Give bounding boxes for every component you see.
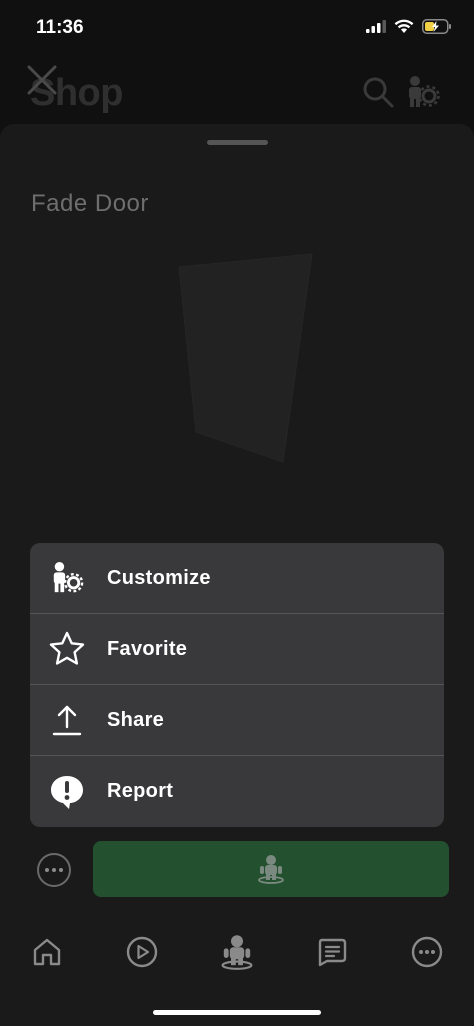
item-title: Fade Door (31, 190, 149, 217)
status-time: 11:36 (36, 17, 84, 38)
play-icon (126, 936, 158, 968)
tab-avatar[interactable] (219, 934, 255, 970)
share-icon (48, 701, 86, 739)
avatar-icon (258, 855, 284, 884)
try-on-button[interactable] (93, 841, 449, 897)
report-icon (48, 773, 86, 811)
more-options-button[interactable] (37, 853, 71, 887)
status-bar: 11:36 (0, 0, 474, 58)
menu-item-label: Customize (107, 566, 211, 589)
avatar-gear-icon[interactable] (404, 74, 440, 110)
action-menu: Customize Favorite Share Report (30, 543, 444, 827)
avatar-gear-icon (48, 559, 86, 597)
sheet-handle[interactable] (207, 140, 268, 145)
battery-charging-icon (422, 19, 451, 34)
avatar-icon (221, 935, 253, 970)
menu-item-favorite[interactable]: Favorite (30, 614, 444, 685)
dot (59, 868, 63, 872)
tab-more[interactable] (409, 934, 445, 970)
menu-item-label: Report (107, 780, 174, 802)
home-icon (33, 938, 61, 966)
close-icon[interactable] (24, 62, 60, 98)
more-icon (411, 936, 443, 968)
menu-item-report[interactable]: Report (30, 756, 444, 827)
search-icon[interactable] (360, 74, 396, 110)
wifi-icon (394, 19, 414, 33)
chat-icon (318, 938, 347, 967)
star-icon (48, 630, 86, 668)
menu-item-label: Favorite (107, 637, 188, 660)
menu-item-label: Share (107, 708, 165, 731)
dot (52, 868, 56, 872)
menu-item-customize[interactable]: Customize (30, 543, 444, 614)
status-icons (366, 19, 452, 34)
tab-discover[interactable] (124, 934, 160, 970)
menu-item-share[interactable]: Share (30, 685, 444, 756)
home-indicator (153, 1010, 321, 1015)
tab-bar (0, 920, 474, 990)
dot (45, 868, 49, 872)
item-preview-image (178, 253, 313, 463)
tab-home[interactable] (29, 934, 65, 970)
tab-chat[interactable] (314, 934, 350, 970)
shop-header: Shop (0, 58, 474, 128)
cellular-signal-icon (366, 20, 386, 33)
